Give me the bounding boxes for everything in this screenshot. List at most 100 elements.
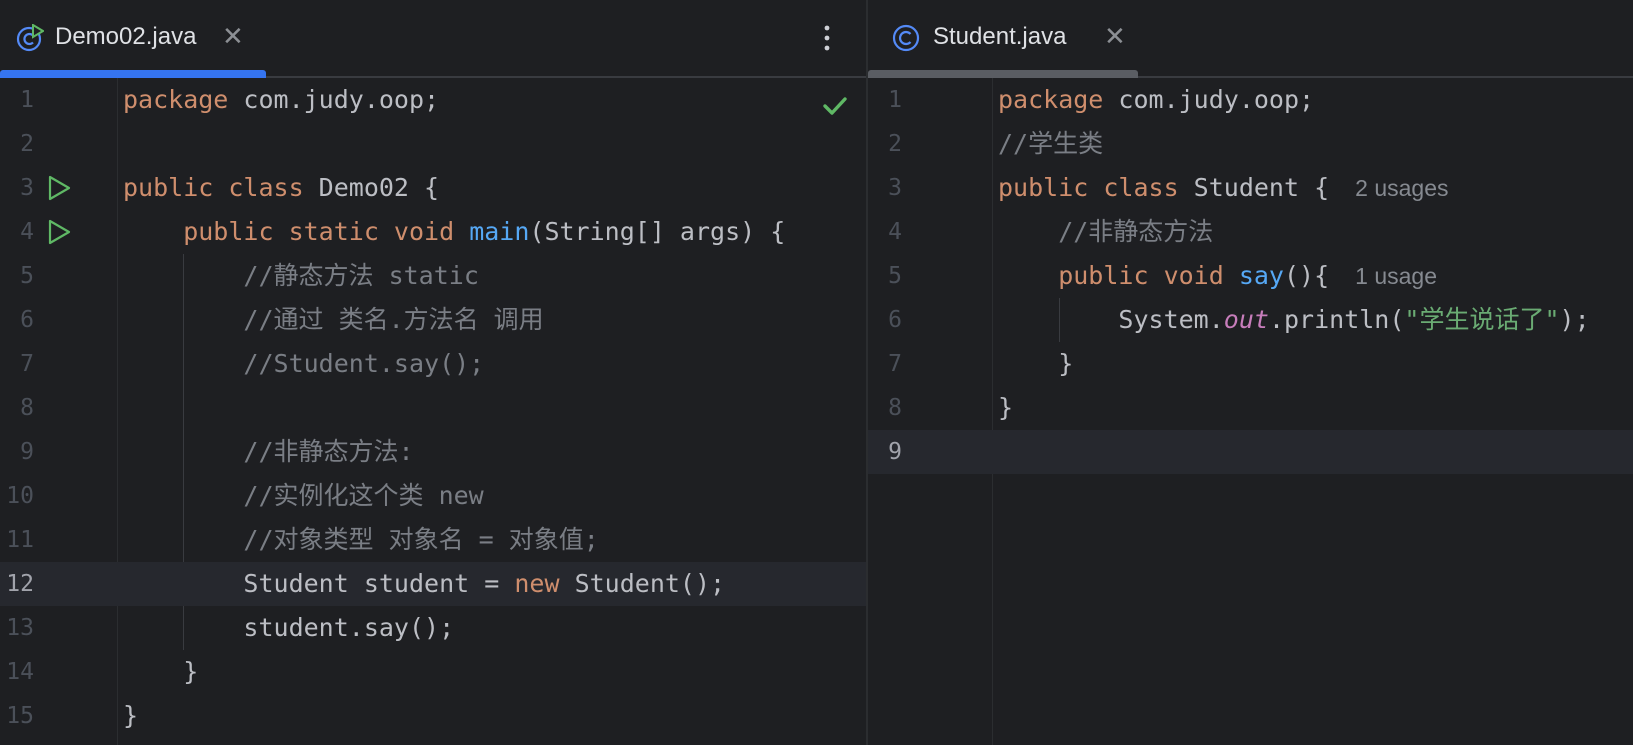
code-line[interactable]: 8 (0, 386, 866, 430)
code-token: //Student.say(); (123, 349, 485, 378)
line-number[interactable]: 7 (868, 342, 902, 386)
code-text: public class Demo02 { (123, 166, 439, 210)
code-line[interactable]: 15} (0, 694, 866, 738)
code-token: public static void (123, 217, 470, 246)
active-tab-indicator (0, 70, 266, 78)
line-number[interactable]: 14 (0, 650, 34, 694)
code-text: public class Student {2 usages (998, 166, 1449, 210)
code-line[interactable]: 6 System.out.println("学生说话了"); (868, 298, 1633, 342)
code-line[interactable]: 2 (0, 122, 866, 166)
line-number[interactable]: 7 (0, 342, 34, 386)
line-number[interactable]: 8 (0, 386, 34, 430)
line-number[interactable]: 5 (0, 254, 34, 298)
line-number[interactable]: 3 (868, 166, 902, 210)
line-number[interactable]: 12 (0, 562, 34, 606)
code-text: } (998, 342, 1073, 386)
line-number[interactable]: 6 (868, 298, 902, 342)
code-token: com.judy.oop; (243, 85, 440, 114)
code-text: //学生类 (998, 122, 1103, 166)
code-text: //实例化这个类 new (123, 474, 483, 518)
code-text: Student student = new Student(); (123, 562, 725, 606)
left-tab-bar: Demo02.java ✕ (0, 0, 866, 78)
usages-inlay-hint[interactable]: 2 usages (1355, 175, 1448, 201)
line-number[interactable]: 5 (868, 254, 902, 298)
line-number[interactable]: 11 (0, 518, 34, 562)
code-line[interactable]: 3 public class Student {2 usages (868, 166, 1633, 210)
code-token: package (998, 85, 1119, 114)
code-line[interactable]: 1 package com.judy.oop; (0, 78, 866, 122)
line-number[interactable]: 3 (0, 166, 34, 210)
left-editor-pane: Demo02.java ✕ 1 package com.judy.oop; 2 3 pu… (0, 0, 866, 745)
code-token: Student student = (123, 569, 515, 598)
line-number[interactable]: 4 (868, 210, 902, 254)
code-editor-student[interactable]: 1 package com.judy.oop; 2 //学生类 3 public clas… (868, 78, 1633, 745)
code-token: out (1223, 305, 1269, 334)
code-editor-demo02[interactable]: 1 package com.judy.oop; 2 3 public class Dem… (0, 78, 866, 745)
code-token: package (123, 85, 244, 114)
code-token: ); (1559, 305, 1590, 334)
right-editor-pane: Student.java ✕ 1 package com.judy.oop; 2 //… (868, 0, 1633, 745)
code-text: //非静态方法 (998, 210, 1213, 254)
code-token: Student(); (574, 569, 726, 598)
code-line[interactable]: 11 //对象类型 对象名 = 对象值; (0, 518, 866, 562)
run-gutter-icon[interactable] (46, 219, 72, 245)
line-number[interactable]: 2 (0, 122, 34, 166)
code-text: } (123, 694, 138, 738)
code-text: //Student.say(); (123, 342, 484, 386)
code-line[interactable]: 12 Student student = new Student(); (0, 562, 866, 606)
tab-demo02-java[interactable]: Demo02.java ✕ (0, 0, 266, 78)
line-number[interactable]: 13 (0, 606, 34, 650)
code-line[interactable]: 4 public static void main(String[] args)… (0, 210, 866, 254)
code-line[interactable]: 5 //静态方法 static (0, 254, 866, 298)
run-gutter-icon[interactable] (46, 175, 72, 201)
code-line[interactable]: 9 (868, 430, 1633, 474)
tab-title: Demo02.java (55, 23, 197, 50)
code-line[interactable]: 13 student.say(); (0, 606, 866, 650)
code-line[interactable]: 7 //Student.say(); (0, 342, 866, 386)
code-token: } (998, 349, 1074, 378)
more-options-icon[interactable] (815, 22, 839, 54)
code-line[interactable]: 5 public void say(){1 usage (868, 254, 1633, 298)
code-token: student.say(); (123, 613, 455, 642)
code-text: //非静态方法: (123, 430, 413, 474)
code-token: System. (998, 305, 1224, 334)
code-line[interactable]: 6 //通过 类名.方法名 调用 (0, 298, 866, 342)
code-text: } (123, 650, 198, 694)
code-token: "学生说话了" (1404, 305, 1560, 334)
line-number[interactable]: 2 (868, 122, 902, 166)
line-number[interactable]: 9 (0, 430, 34, 474)
code-token: public class (123, 173, 319, 202)
usages-inlay-hint[interactable]: 1 usage (1355, 263, 1437, 289)
close-tab-icon[interactable]: ✕ (1104, 22, 1126, 50)
line-number[interactable]: 1 (0, 78, 34, 122)
tab-student-java[interactable]: Student.java ✕ (868, 0, 1138, 78)
code-line[interactable]: 9 //非静态方法: (0, 430, 866, 474)
code-line[interactable]: 8} (868, 386, 1633, 430)
line-number[interactable]: 8 (868, 386, 902, 430)
code-token: public class (998, 173, 1194, 202)
code-text: System.out.println("学生说话了"); (998, 298, 1590, 342)
code-text: package com.judy.oop; (998, 78, 1314, 122)
code-line[interactable]: 3 public class Demo02 { (0, 166, 866, 210)
close-tab-icon[interactable]: ✕ (222, 22, 244, 50)
line-number[interactable]: 1 (868, 78, 902, 122)
code-text: public static void main(String[] args) { (123, 210, 785, 254)
code-line[interactable]: 14 } (0, 650, 866, 694)
code-text: package com.judy.oop; (123, 78, 439, 122)
code-line[interactable]: 2 //学生类 (868, 122, 1633, 166)
line-number[interactable]: 9 (868, 430, 902, 474)
code-line[interactable]: 10 //实例化这个类 new (0, 474, 866, 518)
code-text: public void say(){1 usage (998, 254, 1437, 298)
code-token: //非静态方法 (998, 217, 1214, 246)
code-token: } (123, 701, 139, 730)
line-number[interactable]: 15 (0, 694, 34, 738)
line-number[interactable]: 10 (0, 474, 34, 518)
line-number[interactable]: 4 (0, 210, 34, 254)
code-line[interactable]: 4 //非静态方法 (868, 210, 1633, 254)
code-token: //学生类 (998, 129, 1104, 158)
code-line[interactable]: 1 package com.judy.oop; (868, 78, 1633, 122)
code-line[interactable]: 7 } (868, 342, 1633, 386)
tab-title: Student.java (933, 23, 1067, 50)
line-number[interactable]: 6 (0, 298, 34, 342)
ide-window: Demo02.java ✕ 1 package com.judy.oop; 2 3 pu… (0, 0, 1633, 745)
